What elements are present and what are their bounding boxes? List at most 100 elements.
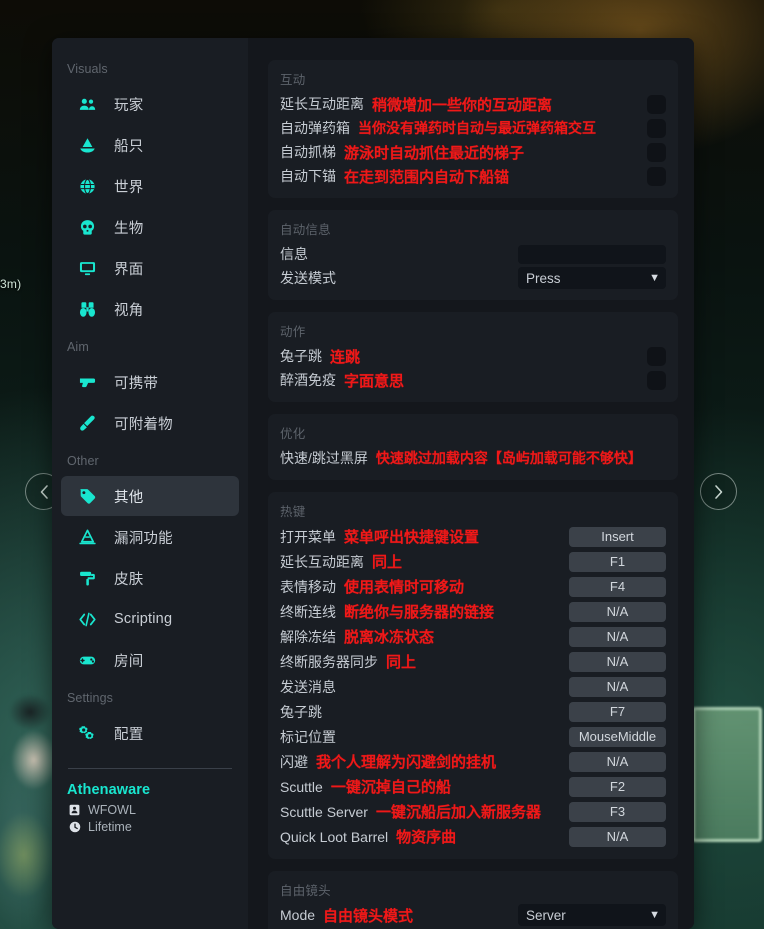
gun-icon: [74, 374, 100, 391]
sidebar-item-label: 世界: [114, 179, 144, 196]
bug-icon: [74, 529, 100, 546]
setting-row: 醉酒免疫 字面意思: [280, 368, 666, 392]
sidebar-item-label: Scripting: [114, 611, 173, 627]
annotation-text: 同上: [386, 654, 417, 671]
bug-icon: [78, 529, 96, 544]
sidebar-item-label: 房间: [114, 653, 144, 670]
sidebar-footer: Athenaware WFOWL Lifetime: [52, 769, 248, 834]
gears-icon: [78, 725, 94, 739]
setting-label: 延长互动距离: [280, 553, 364, 570]
setting-row: 表情移动 使用表情时可移动 F4: [280, 574, 666, 599]
sidebar-item-paint-roller[interactable]: 皮肤: [61, 558, 239, 598]
gears-icon: [74, 725, 100, 742]
setting-checkbox[interactable]: [647, 118, 666, 138]
sidebar-item-gears[interactable]: 配置: [61, 713, 239, 753]
card-title: 优化: [280, 427, 306, 441]
setting-checkbox[interactable]: [647, 142, 666, 162]
sidebar-item-players[interactable]: 玩家: [61, 84, 239, 124]
gamepad-icon: [79, 656, 95, 664]
sidebar-item-code[interactable]: Scripting: [61, 599, 239, 639]
annotation-text: 游泳时自动抓住最近的梯子: [344, 144, 525, 162]
setting-checkbox[interactable]: [647, 94, 666, 114]
setting-row: 兔子跳 连跳: [280, 344, 666, 368]
setting-label: 自动抓梯: [280, 144, 336, 160]
monitor-icon: [74, 260, 100, 277]
setting-label: 标记位置: [280, 728, 336, 745]
hotkey-button[interactable]: N/A: [569, 626, 666, 647]
setting-checkbox[interactable]: [647, 166, 666, 186]
hotkey-button[interactable]: F2: [569, 776, 666, 797]
sidebar-item-label: 生物: [114, 220, 144, 237]
sidebar-item-label: 界面: [114, 261, 144, 278]
setting-row: 发送消息 N/A: [280, 674, 666, 699]
setting-label: 自动弹药箱: [280, 120, 350, 136]
annotation-text: 当你没有弹药时自动与最近弹药箱交互: [358, 120, 596, 136]
chevron-down-icon: ▼: [649, 908, 660, 921]
sidebar-item-globe[interactable]: 世界: [61, 166, 239, 206]
binoculars-icon: [74, 301, 100, 318]
sidebar-item-skull[interactable]: 生物: [61, 207, 239, 247]
hotkey-button[interactable]: F4: [569, 576, 666, 597]
setting-row: 自动下锚 在走到范围内自动下船锚: [280, 164, 666, 188]
sidebar-item-dart[interactable]: 可附着物: [61, 403, 239, 443]
setting-dropdown[interactable]: Press ▼: [518, 267, 666, 289]
sidebar-item-gun[interactable]: 可携带: [61, 362, 239, 402]
code-icon: [74, 611, 100, 628]
footer-username: WFOWL: [88, 803, 136, 817]
hotkey-button[interactable]: N/A: [569, 676, 666, 697]
setting-dropdown[interactable]: Server ▼: [518, 904, 666, 926]
setting-row: 延长互动距离 稍微增加一些你的互动距离: [280, 92, 666, 116]
skull-icon: [80, 219, 94, 235]
sidebar-item-binoculars[interactable]: 视角: [61, 289, 239, 329]
monitor-icon: [79, 261, 95, 275]
annotation-text: 使用表情时可移动: [344, 579, 465, 596]
sidebar-item-gamepad[interactable]: 房间: [61, 640, 239, 680]
setting-row: 打开菜单 菜单呼出快捷键设置 Insert: [280, 524, 666, 549]
background-scenery-panel: [692, 707, 762, 842]
message-input[interactable]: [518, 244, 666, 264]
sidebar-item-bug[interactable]: 漏洞功能: [61, 517, 239, 557]
sidebar-item-monitor[interactable]: 界面: [61, 248, 239, 288]
paint-roller-icon: [79, 571, 95, 586]
setting-label: Scuttle Server: [280, 803, 368, 820]
setting-label: 延长互动距离: [280, 96, 364, 112]
next-page-button[interactable]: [700, 473, 737, 510]
hotkey-button[interactable]: N/A: [569, 826, 666, 847]
paint-roller-icon: [74, 570, 100, 587]
sidebar-item-tag[interactable]: 其他: [61, 476, 239, 516]
hotkey-button[interactable]: N/A: [569, 751, 666, 772]
chevron-down-icon: ▼: [649, 271, 660, 284]
dart-icon: [74, 415, 100, 432]
hotkey-button[interactable]: F1: [569, 551, 666, 572]
hotkey-button[interactable]: F7: [569, 701, 666, 722]
hotkey-button[interactable]: N/A: [569, 601, 666, 622]
gun-icon: [79, 377, 95, 387]
footer-license-row: Lifetime: [67, 820, 248, 834]
sidebar-item-label: 其他: [114, 489, 144, 506]
hotkey-button[interactable]: Insert: [569, 526, 666, 547]
footer-license: Lifetime: [88, 820, 132, 834]
setting-label: Mode: [280, 907, 316, 923]
setting-row: 信息: [280, 242, 666, 266]
cheat-menu-window: Visuals 玩家 船只 世界 生物 界面 视角 Aim 可携带 可附着物 Othe…: [52, 38, 694, 929]
setting-row: Quick Loot Barrel 物资序曲 N/A: [280, 824, 666, 849]
setting-row: 延长互动距离 同上 F1: [280, 549, 666, 574]
setting-label: 快速/跳过黑屏: [280, 450, 368, 466]
sidebar-item-ship[interactable]: 船只: [61, 125, 239, 165]
setting-checkbox[interactable]: [647, 370, 666, 390]
gamepad-icon: [74, 652, 100, 669]
hotkey-button[interactable]: MouseMiddle: [569, 726, 666, 747]
annotation-text: 连跳: [330, 348, 361, 366]
settings-content-area: 互动 延长互动距离 稍微增加一些你的互动距离 自动弹药箱 当你没有弹药时自动与最近弹药箱…: [248, 38, 694, 929]
annotation-text: 一键沉船后加入新服务器: [375, 804, 541, 821]
sidebar-item-label: 漏洞功能: [114, 530, 173, 547]
setting-checkbox[interactable]: [647, 346, 666, 366]
annotation-text: 一键沉掉自己的船: [330, 779, 451, 796]
dart-icon: [79, 415, 95, 431]
hotkey-button[interactable]: N/A: [569, 651, 666, 672]
hotkey-button[interactable]: F3: [569, 801, 666, 822]
annotation-text: 断绝你与服务器的链接: [344, 604, 495, 621]
setting-row: Scuttle 一键沉掉自己的船 F2: [280, 774, 666, 799]
dropdown-value: Server: [526, 907, 566, 923]
setting-label: Quick Loot Barrel: [280, 828, 389, 845]
